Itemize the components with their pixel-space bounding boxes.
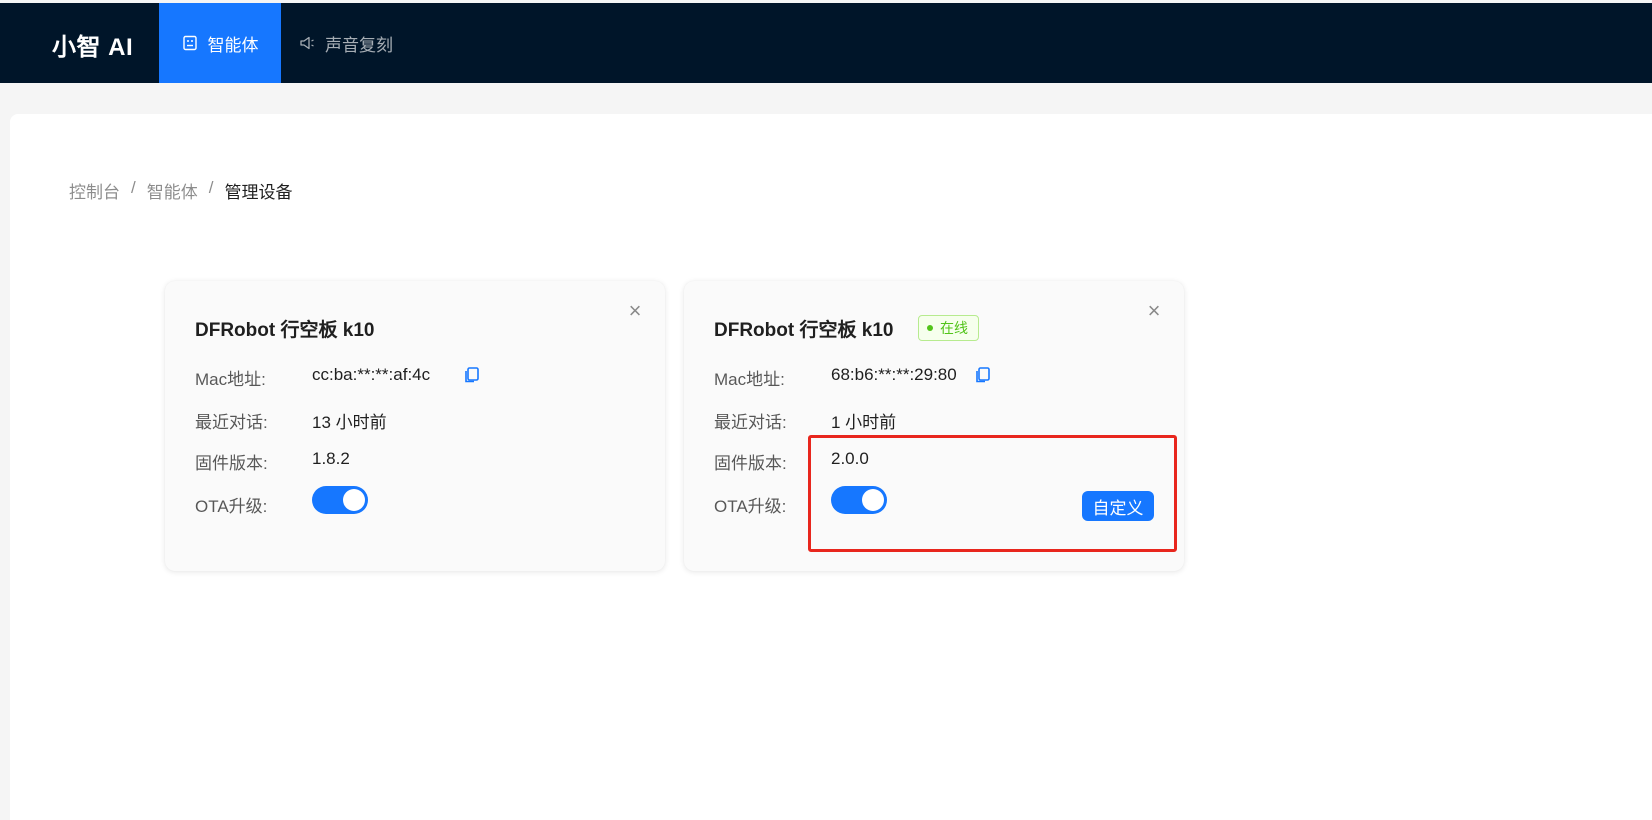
status-dot-icon	[927, 325, 933, 331]
breadcrumb: 控制台 / 智能体 / 管理设备	[69, 178, 292, 203]
robot-icon	[182, 35, 197, 51]
device-card: DFRobot 行空板 k10 × Mac地址: cc:ba:**:**:af:…	[165, 281, 665, 571]
breadcrumb-console[interactable]: 控制台	[69, 178, 120, 203]
last-chat-value: 13 小时前	[312, 413, 387, 432]
mac-label: Mac地址:	[195, 370, 266, 389]
ota-label: OTA升级:	[195, 497, 268, 516]
breadcrumb-separator: /	[131, 178, 136, 197]
last-chat-value: 1 小时前	[831, 413, 897, 432]
copy-icon[interactable]	[974, 366, 992, 384]
mac-value: 68:b6:**:**:29:80	[831, 365, 957, 384]
firmware-label: 固件版本:	[714, 454, 787, 473]
device-title: DFRobot 行空板 k10	[714, 320, 894, 341]
copy-icon[interactable]	[463, 366, 481, 384]
close-icon[interactable]: ×	[1144, 300, 1164, 322]
ota-toggle[interactable]	[312, 486, 368, 514]
annotation-highlight-box	[808, 435, 1177, 552]
last-chat-label: 最近对话:	[195, 413, 268, 432]
sound-icon	[300, 36, 314, 50]
nav-item-label: 智能体	[207, 35, 259, 55]
firmware-label: 固件版本:	[195, 454, 268, 473]
last-chat-label: 最近对话:	[714, 413, 787, 432]
device-title: DFRobot 行空板 k10	[195, 320, 375, 341]
brand-logo: 小智 AI	[52, 34, 134, 61]
breadcrumb-separator: /	[208, 178, 214, 197]
mac-label: Mac地址:	[714, 370, 785, 389]
status-label: 在线	[940, 320, 968, 336]
close-icon[interactable]: ×	[625, 300, 645, 322]
nav-item-agents[interactable]: 智能体	[159, 3, 281, 83]
breadcrumb-agents[interactable]: 智能体	[147, 178, 198, 203]
mac-value: cc:ba:**:**:af:4c	[312, 365, 431, 384]
nav-item-label: 声音复刻	[325, 35, 393, 55]
status-badge: 在线	[918, 315, 979, 341]
ota-label: OTA升级:	[714, 497, 787, 516]
breadcrumb-manage-devices: 管理设备	[224, 183, 293, 202]
nav-item-voice-clone[interactable]: 声音复刻	[299, 3, 393, 83]
top-navigation-bar: 小智 AI 智能体 声音复刻	[0, 3, 1652, 83]
firmware-value: 1.8.2	[312, 449, 350, 468]
toggle-knob	[343, 489, 365, 511]
